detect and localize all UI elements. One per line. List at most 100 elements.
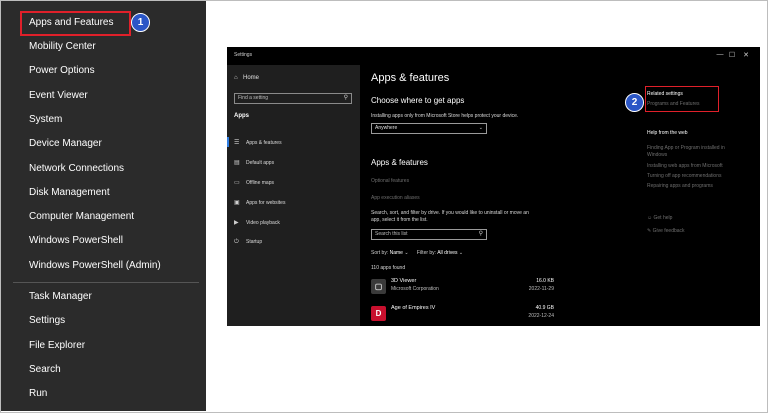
map-icon: ▭ bbox=[234, 180, 240, 186]
search-icon: ⚲ bbox=[478, 231, 483, 237]
search-description-line1: Search, sort, and filter by drive. If yo… bbox=[371, 210, 529, 216]
menu-item-search[interactable]: Search bbox=[1, 359, 206, 381]
nav-item-apps-for-websites[interactable]: ▣ Apps for websites bbox=[234, 199, 285, 206]
give-feedback-label: Give feedback bbox=[652, 228, 685, 234]
cube-icon: ▢ bbox=[371, 279, 386, 294]
app-date: 2022-11-29 bbox=[528, 286, 554, 292]
app-size: 40.9 GB bbox=[535, 305, 554, 311]
app-execution-aliases-link[interactable]: App execution aliases bbox=[371, 195, 420, 201]
menu-item-system[interactable]: System bbox=[1, 109, 206, 131]
get-help-label: Get help bbox=[653, 215, 673, 221]
page-title: Apps & features bbox=[371, 72, 450, 84]
filter-value: All drives bbox=[437, 250, 458, 256]
feedback-icon: ✎ bbox=[647, 228, 652, 234]
filter-label: Filter by: bbox=[416, 250, 437, 256]
apps-found-count: 110 apps found bbox=[371, 265, 406, 271]
app-name: 3D Viewer bbox=[391, 278, 417, 284]
apps-list-icon: ☰ bbox=[234, 140, 240, 146]
help-link[interactable]: Installing web apps from Microsoft bbox=[647, 163, 723, 169]
nav-item-label: Offline maps bbox=[246, 180, 274, 186]
step-badge-2: 2 bbox=[625, 93, 644, 112]
help-link[interactable]: Repairing apps and programs bbox=[647, 183, 713, 189]
app-size: 16.0 KB bbox=[536, 278, 554, 284]
nav-item-apps-features[interactable]: ☰ Apps & features bbox=[234, 139, 282, 146]
default-apps-icon: ▤ bbox=[234, 160, 240, 166]
choose-apps-description: Installing apps only from Microsoft Stor… bbox=[371, 113, 519, 119]
highlight-box-apps-and-features bbox=[20, 11, 131, 36]
filter-control[interactable]: Filter by: All drives ⌄ bbox=[417, 250, 463, 256]
nav-item-default-apps[interactable]: ▤ Default apps bbox=[234, 159, 274, 166]
nav-item-label: Default apps bbox=[246, 160, 275, 166]
menu-item-windows-powershell-admin[interactable]: Windows PowerShell (Admin) bbox=[1, 255, 206, 277]
app-list-item[interactable]: ▢ 3D Viewer Microsoft Corporation 16.0 K… bbox=[371, 278, 554, 298]
search-icon: ⚲ bbox=[343, 95, 348, 101]
menu-item-event-viewer[interactable]: Event Viewer bbox=[1, 85, 206, 107]
menu-item-file-explorer[interactable]: File Explorer bbox=[1, 335, 206, 357]
sort-filter-row: Sort by: Name ⌄ Filter by: All drives ⌄ bbox=[371, 250, 463, 256]
settings-nav: ⌂ Home Find a setting ⚲ Apps ☰ Apps & feat… bbox=[227, 65, 360, 326]
website-icon: ▣ bbox=[234, 200, 240, 206]
nav-item-startup[interactable]: ⏻ Startup bbox=[234, 239, 262, 246]
nav-item-video-playback[interactable]: ▶ Video playback bbox=[234, 219, 280, 226]
app-publisher: Microsoft Corporation bbox=[391, 286, 439, 292]
age-of-empires-icon: D bbox=[371, 306, 386, 321]
optional-features-link[interactable]: Optional features bbox=[371, 178, 409, 184]
nav-item-label: Video playback bbox=[246, 220, 280, 226]
nav-item-label: Startup bbox=[246, 239, 263, 245]
dropdown-value: Anywhere bbox=[375, 125, 398, 131]
menu-item-run[interactable]: Run bbox=[1, 383, 206, 405]
menu-item-windows-powershell[interactable]: Windows PowerShell bbox=[1, 230, 206, 252]
video-icon: ▶ bbox=[234, 220, 239, 226]
menu-item-device-manager[interactable]: Device Manager bbox=[1, 133, 206, 155]
step-badge-1: 1 bbox=[131, 13, 150, 32]
highlight-box-related-settings bbox=[645, 86, 719, 112]
get-help-icon: ☺ bbox=[647, 215, 653, 221]
find-setting-input[interactable]: Find a setting ⚲ bbox=[234, 93, 352, 104]
chevron-down-icon: ⌄ bbox=[478, 125, 483, 131]
sort-control[interactable]: Sort by: Name ⌄ bbox=[371, 250, 409, 256]
apps-features-heading: Apps & features bbox=[371, 158, 428, 167]
menu-item-power-options[interactable]: Power Options bbox=[1, 60, 206, 82]
window-title: Settings bbox=[234, 52, 253, 58]
nav-section-apps: Apps bbox=[234, 113, 249, 119]
search-list-placeholder: Search this list bbox=[375, 231, 408, 237]
nav-item-offline-maps[interactable]: ▭ Offline maps bbox=[234, 179, 274, 186]
search-description-line2: app, select it from the list. bbox=[371, 217, 428, 223]
menu-item-settings[interactable]: Settings bbox=[1, 310, 206, 332]
nav-item-label: Apps for websites bbox=[246, 200, 286, 206]
minimize-button[interactable]: — bbox=[714, 51, 726, 58]
choose-apps-heading: Choose where to get apps bbox=[371, 96, 465, 105]
settings-main: Apps & features Choose where to get apps… bbox=[360, 65, 760, 326]
menu-separator bbox=[13, 282, 199, 283]
search-list-input[interactable]: Search this list ⚲ bbox=[371, 229, 487, 240]
help-link[interactable]: Windows bbox=[647, 152, 667, 158]
menu-item-task-manager[interactable]: Task Manager bbox=[1, 286, 206, 308]
app-date: 2022-12-24 bbox=[528, 313, 554, 319]
nav-selection-indicator bbox=[227, 137, 229, 147]
sort-value: Name bbox=[389, 250, 403, 256]
menu-item-network-connections[interactable]: Network Connections bbox=[1, 158, 206, 180]
menu-item-disk-management[interactable]: Disk Management bbox=[1, 182, 206, 204]
menu-item-mobility-center[interactable]: Mobility Center bbox=[1, 36, 206, 58]
title-bar: Settings — ☐ ✕ bbox=[227, 47, 760, 65]
give-feedback-link[interactable]: ✎ Give feedback bbox=[647, 228, 685, 234]
close-button[interactable]: ✕ bbox=[740, 51, 752, 59]
app-source-dropdown[interactable]: Anywhere ⌄ bbox=[371, 123, 487, 134]
startup-icon: ⏻ bbox=[234, 239, 239, 245]
nav-item-label: Apps & features bbox=[246, 140, 282, 146]
help-link[interactable]: Finding App or Program installed in bbox=[647, 145, 725, 151]
settings-window: Settings — ☐ ✕ ⌂ Home Find a setting ⚲ Ap… bbox=[227, 47, 760, 326]
nav-home-label: Home bbox=[243, 75, 260, 81]
maximize-button[interactable]: ☐ bbox=[726, 51, 738, 59]
app-name: Age of Empires IV bbox=[391, 305, 436, 311]
sort-label: Sort by: bbox=[371, 250, 389, 256]
find-setting-placeholder: Find a setting bbox=[238, 95, 269, 101]
app-list-item[interactable]: D Age of Empires IV 40.9 GB 2022-12-24 bbox=[371, 305, 554, 325]
help-link[interactable]: Turning off app recommendations bbox=[647, 173, 722, 179]
winx-menu: Apps and Features Mobility Center Power … bbox=[1, 1, 206, 411]
get-help-link[interactable]: ☺ Get help bbox=[647, 215, 672, 221]
nav-home[interactable]: ⌂ Home bbox=[234, 75, 259, 81]
home-icon: ⌂ bbox=[234, 75, 238, 81]
help-from-web-heading: Help from the web bbox=[647, 130, 688, 136]
menu-item-computer-management[interactable]: Computer Management bbox=[1, 206, 206, 228]
